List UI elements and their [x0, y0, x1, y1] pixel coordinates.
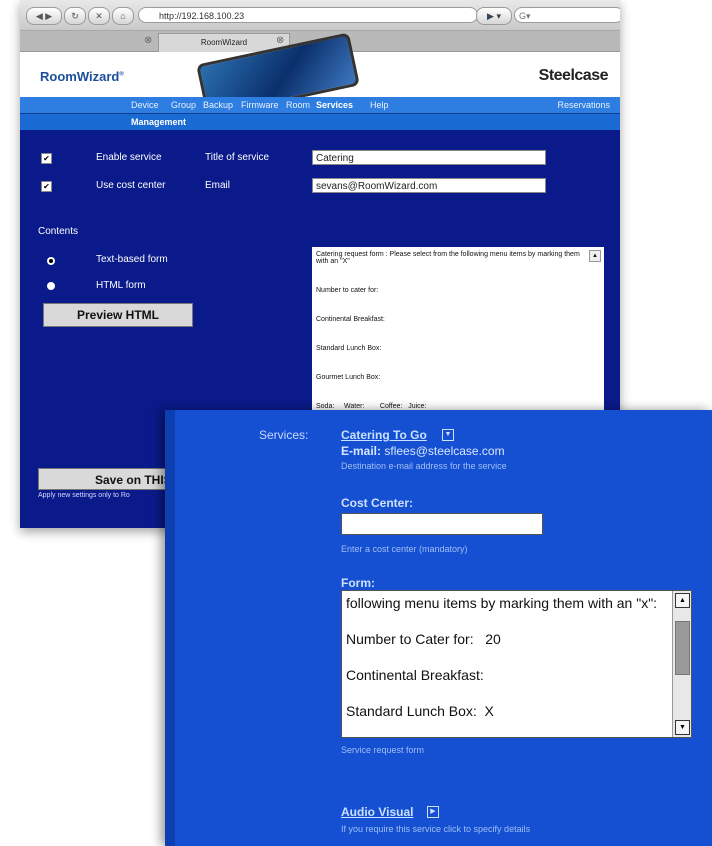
- back-forward-buttons[interactable]: ◀ ▶: [26, 7, 62, 25]
- form-line: Soda: Water: Coffee: Juice:: [316, 403, 427, 410]
- email-label: E-mail:: [341, 444, 382, 458]
- catering-link[interactable]: Catering To Go: [341, 428, 427, 442]
- use-cost-center-checkbox[interactable]: ✔: [41, 181, 52, 192]
- cost-center-label: Cost Center:: [341, 496, 414, 510]
- text-form-radio[interactable]: [47, 257, 55, 265]
- close-icon[interactable]: ⊗: [276, 35, 284, 46]
- use-cost-center-label: Use cost center: [96, 180, 166, 191]
- nav-reservations[interactable]: Reservations: [557, 100, 610, 110]
- cost-center-input[interactable]: [341, 513, 543, 535]
- main-nav: Device Group Backup Firmware Room Servic…: [20, 97, 620, 113]
- form-line: Continental Breakfast:: [316, 316, 385, 323]
- steelcase-logo: Steelcase: [538, 67, 609, 84]
- email-row: E-mail: sflees@steelcase.com: [341, 444, 505, 458]
- collapse-icon[interactable]: ▼: [442, 429, 454, 441]
- audio-visual-link[interactable]: Audio Visual: [341, 805, 413, 819]
- html-form-label: HTML form: [96, 280, 146, 291]
- form-label: Form:: [341, 576, 375, 590]
- title-of-service-input[interactable]: Catering: [312, 150, 546, 165]
- form-hint: Service request form: [341, 745, 425, 755]
- form-line: following menu items by marking them wit…: [346, 595, 658, 611]
- scrollbar[interactable]: ▲ ▼: [672, 591, 691, 737]
- nav-device[interactable]: Device: [131, 100, 159, 110]
- form-textarea[interactable]: following menu items by marking them wit…: [341, 590, 692, 738]
- apply-note: Apply new settings only to Ro: [38, 492, 130, 499]
- nav-group[interactable]: Group: [171, 100, 196, 110]
- preview-html-button[interactable]: Preview HTML: [43, 303, 193, 327]
- page-header: RoomWizard® Steelcase: [20, 32, 620, 118]
- email-input[interactable]: sevans@RoomWizard.com: [312, 178, 546, 193]
- url-bar[interactable]: http://192.168.100.23: [138, 7, 478, 23]
- nav-firmware[interactable]: Firmware: [241, 100, 279, 110]
- expand-icon[interactable]: ▶: [427, 806, 439, 818]
- html-form-radio[interactable]: [47, 282, 55, 290]
- close-icon[interactable]: ⊗: [144, 35, 152, 46]
- nav-services[interactable]: Services: [316, 100, 353, 110]
- services-label: Services:: [259, 428, 309, 442]
- search-input[interactable]: G▾: [514, 7, 620, 23]
- reload-icon[interactable]: ↻: [64, 7, 86, 25]
- nav-backup[interactable]: Backup: [203, 100, 233, 110]
- form-line: Number to cater for:: [316, 287, 379, 294]
- stop-icon[interactable]: ✕: [88, 7, 110, 25]
- scroll-down-icon[interactable]: ▼: [675, 720, 690, 735]
- audio-visual-hint: If you require this service click to spe…: [341, 824, 531, 834]
- panel-edge: [165, 410, 175, 846]
- email-value: sflees@steelcase.com: [384, 444, 505, 458]
- scroll-thumb[interactable]: [675, 621, 690, 675]
- home-icon[interactable]: ⌂: [112, 7, 134, 25]
- cost-center-hint: Enter a cost center (mandatory): [341, 544, 468, 554]
- form-line: Standard Lunch Box: X: [346, 703, 494, 719]
- text-form-label: Text-based form: [96, 254, 168, 265]
- form-line: Standard Lunch Box:: [316, 345, 382, 352]
- nav-room[interactable]: Room: [286, 100, 310, 110]
- browser-toolbar: ◀ ▶ ↻ ✕ ⌂ http://192.168.100.23 ▶ ▾ G▾: [20, 0, 620, 31]
- sub-nav: Management: [20, 113, 620, 131]
- form-line: Number to Cater for: 20: [346, 631, 501, 647]
- url-dropdown[interactable]: ▶ ▾: [476, 7, 512, 25]
- enable-service-checkbox[interactable]: ✔: [41, 153, 52, 164]
- title-of-service-label: Title of service: [205, 152, 270, 163]
- nav-help[interactable]: Help: [370, 100, 389, 110]
- form-line: Continental Breakfast:: [346, 667, 484, 683]
- scroll-up-icon[interactable]: ▲: [589, 250, 601, 262]
- services-panel: Services: Catering To Go ▼ E-mail: sflee…: [165, 410, 712, 846]
- form-line: Gourmet Lunch Box:: [316, 374, 381, 381]
- scroll-up-icon[interactable]: ▲: [675, 593, 690, 608]
- contents-label: Contents: [38, 226, 79, 237]
- email-hint: Destination e-mail address for the servi…: [341, 461, 507, 471]
- email-label: Email: [205, 180, 231, 191]
- enable-service-label: Enable service: [96, 152, 162, 163]
- form-line: Catering request form : Please select fr…: [316, 251, 580, 265]
- subnav-management[interactable]: Management: [131, 117, 186, 127]
- roomwizard-logo: RoomWizard®: [40, 69, 124, 84]
